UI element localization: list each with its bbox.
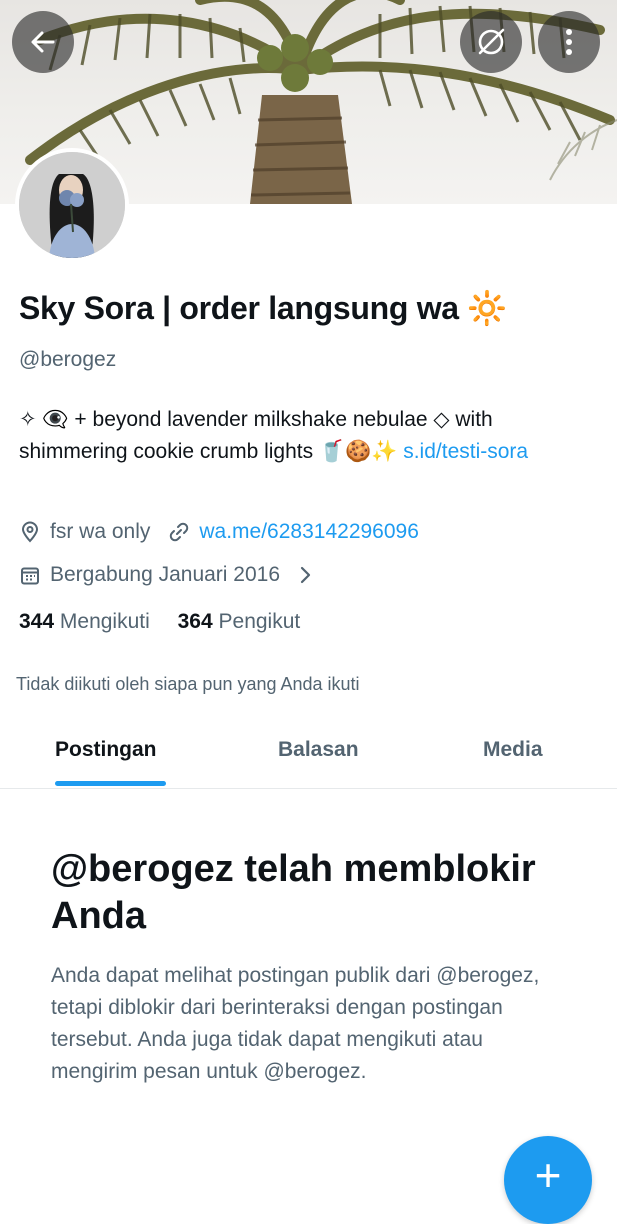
profile-tabs: Postingan Balasan Media <box>0 722 617 789</box>
location-pin-icon <box>19 521 41 543</box>
more-options-button[interactable] <box>538 11 600 73</box>
active-tab-indicator <box>55 781 166 786</box>
followers-label: Pengikut <box>218 610 301 633</box>
tab-postingan[interactable]: Postingan <box>55 738 157 762</box>
avatar-image <box>19 152 125 258</box>
profile-handle: @berogez <box>19 348 117 371</box>
profile-name: Sky Sora | order langsung wa 🔆 <box>19 290 507 326</box>
profile-bio: ✧ 👁‍🗨 + beyond lavender milkshake nebula… <box>19 404 599 468</box>
hide-reposts-button[interactable] <box>460 11 522 73</box>
blocked-title: @berogez telah memblokir Anda <box>51 848 536 937</box>
bio-link[interactable]: s.id/testi-sora <box>403 440 528 463</box>
following-label: Mengikuti <box>59 610 150 633</box>
not-followed-note: Tidak diikuti oleh siapa pun yang Anda i… <box>16 674 360 694</box>
profile-website-link[interactable]: wa.me/6283142296096 <box>199 520 419 544</box>
avatar[interactable] <box>15 148 129 262</box>
profile-location: fsr wa only <box>50 520 151 543</box>
followers-stat[interactable]: 364 Pengikut <box>178 610 301 633</box>
tab-media[interactable]: Media <box>483 738 543 762</box>
follow-stats: 344 Mengikuti 364 Pengikut <box>19 610 300 634</box>
joined-date-row[interactable]: Bergabung Januari 2016 <box>19 563 325 587</box>
link-icon <box>168 521 190 543</box>
tab-balasan[interactable]: Balasan <box>278 738 359 762</box>
profile-meta-row: fsr wa only wa.me/6283142296096 <box>19 520 419 544</box>
compose-button[interactable]: + <box>504 1136 592 1224</box>
chevron-right-icon <box>294 564 316 586</box>
back-button[interactable] <box>12 11 74 73</box>
following-stat[interactable]: 344 Mengikuti <box>19 610 150 633</box>
following-count: 344 <box>19 610 55 633</box>
more-vertical-icon <box>564 27 574 57</box>
arrow-left-icon <box>29 28 57 56</box>
profile-joined: Bergabung Januari 2016 <box>50 563 281 586</box>
calendar-icon <box>19 564 41 586</box>
followers-count: 364 <box>177 610 213 633</box>
blocked-description: Anda dapat melihat postingan publik dari… <box>51 964 540 1083</box>
eye-off-icon <box>476 27 506 57</box>
plus-icon: + <box>534 1149 562 1201</box>
